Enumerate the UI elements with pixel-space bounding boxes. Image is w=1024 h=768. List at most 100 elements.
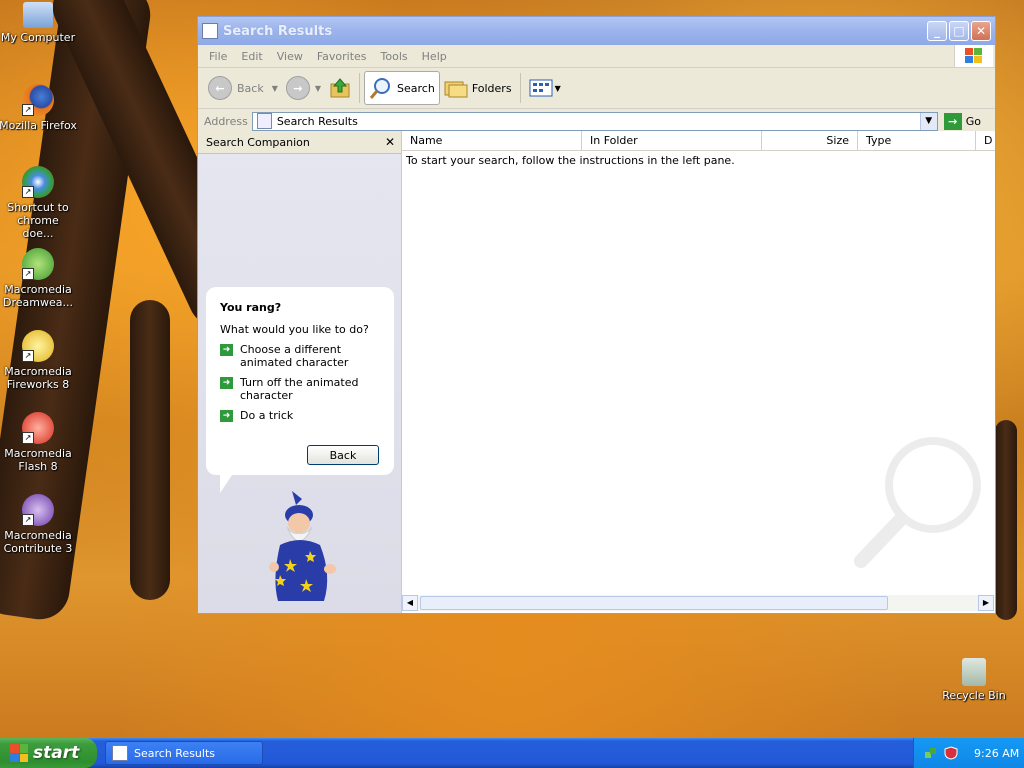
desktop-icon-contribute[interactable]: ↗ Macromedia Contribute 3 [0,494,78,555]
desktop-icon-label: Recycle Bin [942,689,1006,702]
option-label: Turn off the animated character [240,376,359,402]
option-label: Choose a different animated character [240,343,349,369]
green-arrow-icon: ➜ [220,344,233,356]
start-label: start [33,743,80,763]
scroll-right-icon[interactable]: ▶ [978,594,994,611]
desktop-icon-label: Macromedia Dreamwea... [3,283,73,309]
window-icon [202,23,218,39]
address-dropdown-icon[interactable]: ▼ [919,112,937,130]
menu-edit[interactable]: Edit [234,50,269,63]
folders-icon [444,81,468,98]
go-button[interactable]: → Go [943,112,981,130]
toolbar-separator [359,73,361,103]
up-folder-button[interactable] [325,71,355,105]
bubble-question: What would you like to do? [220,323,369,336]
merlin-wizard-character[interactable] [262,489,344,607]
desktop-icon-fireworks[interactable]: ↗ Macromedia Fireworks 8 [0,330,78,391]
taskbar: start Search Results 9:26 AM [0,738,1024,768]
option-do-a-trick[interactable]: ➜ Do a trick [220,409,380,422]
taskbar-item-search-results[interactable]: Search Results [105,741,263,765]
menu-favorites[interactable]: Favorites [310,50,374,63]
assistant-speech-bubble: You rang? What would you like to do? ➜ C… [206,287,394,493]
option-turn-off-character[interactable]: ➜ Turn off the animated character [220,376,380,402]
option-label: Do a trick [240,409,294,422]
search-results-window: Search Results _ □ ✕ File Edit View Favo… [197,16,996,614]
window-titlebar[interactable]: Search Results _ □ ✕ [198,17,995,45]
go-arrow-icon: → [943,112,962,130]
scroll-track[interactable] [418,594,978,611]
desktop-icon-label: My Computer [0,31,76,44]
close-button[interactable]: ✕ [971,21,991,41]
column-header-in-folder[interactable]: In Folder [582,131,762,150]
go-button-label: Go [965,114,981,128]
views-button[interactable]: ▼ [525,71,565,105]
toolbar: ← Back ▼ → ▼ Search Folders ▼ [198,68,995,109]
chrome-shortcut-icon: ↗ [22,166,54,198]
forward-arrow-icon: → [285,76,310,100]
back-button[interactable]: ← Back ▼ [204,71,282,105]
scroll-left-icon[interactable]: ◀ [402,594,418,611]
column-headers: Name In Folder Size Type D [402,131,995,151]
back-dropdown-icon[interactable]: ▼ [272,84,278,93]
column-header-type[interactable]: Type [858,131,976,150]
desktop-icon-label: Shortcut to chrome doe... [7,201,69,240]
desktop-icon-firefox[interactable]: ↗ Mozilla Firefox [0,84,78,132]
desktop-icon-dreamweaver[interactable]: ↗ Macromedia Dreamwea... [0,248,78,309]
fireworks-icon: ↗ [22,330,54,362]
back-arrow-icon: ← [208,76,232,100]
menu-file[interactable]: File [202,50,234,63]
desktop-icon-chrome-shortcut[interactable]: ↗ Shortcut to chrome doe... [0,166,78,240]
toolbar-separator [519,73,521,103]
desktop-icon-label: Mozilla Firefox [0,119,77,132]
desktop-icon-flash[interactable]: ↗ Macromedia Flash 8 [0,412,78,473]
horizontal-scrollbar[interactable]: ◀ ▶ [402,594,994,611]
scroll-thumb[interactable] [420,595,888,610]
start-button[interactable]: start [0,738,97,768]
views-dropdown-icon: ▼ [554,83,561,93]
dreamweaver-icon: ↗ [22,248,54,280]
clock[interactable]: 9:26 AM [974,747,1019,760]
desktop-icon-label: Macromedia Fireworks 8 [4,365,72,391]
search-button[interactable]: Search [364,71,440,105]
window-title: Search Results [223,23,333,39]
folders-button[interactable]: Folders [440,71,516,105]
magnifier-watermark-icon [854,437,981,568]
recycle-bin-icon [962,658,986,686]
maximize-button[interactable]: □ [949,21,969,41]
security-shield-icon[interactable] [944,746,958,760]
forward-button[interactable]: → ▼ [282,71,325,105]
system-tray: 9:26 AM [913,738,1024,768]
menu-bar: File Edit View Favorites Tools Help [198,45,995,68]
search-icon [369,78,391,99]
address-field[interactable]: Search Results ▼ [251,111,938,131]
option-different-character[interactable]: ➜ Choose a different animated character [220,343,380,369]
my-computer-icon [23,2,53,28]
menu-help[interactable]: Help [415,50,454,63]
bubble-title: You rang? [220,301,282,314]
wallpaper-tree-trunk-2 [130,300,170,600]
minimize-button[interactable]: _ [927,21,947,41]
address-value: Search Results [276,114,358,128]
search-companion-header: Search Companion ✕ [198,131,401,154]
up-folder-icon [330,78,350,98]
green-arrow-icon: ➜ [220,410,233,422]
bubble-back-button[interactable]: Back [307,445,379,465]
column-header-date[interactable]: D [976,131,994,150]
menu-view[interactable]: View [270,50,310,63]
close-pane-icon[interactable]: ✕ [385,135,395,149]
search-results-page-icon [256,113,272,129]
green-arrow-icon: ➜ [220,377,233,389]
forward-dropdown-icon[interactable]: ▼ [315,84,321,93]
column-header-name[interactable]: Name [402,131,582,150]
results-instruction-text: To start your search, follow the instruc… [406,154,735,167]
window-content: Search Companion ✕ You rang? What would … [198,131,995,613]
column-header-size[interactable]: Size [762,131,858,150]
search-results-window-icon [112,745,128,761]
search-companion-title: Search Companion [206,135,310,149]
network-icon[interactable] [924,746,938,760]
desktop-icon-label: Macromedia Flash 8 [4,447,72,473]
menu-tools[interactable]: Tools [374,50,415,63]
desktop-icon-my-computer[interactable]: My Computer [0,2,78,44]
desktop-icon-recycle-bin[interactable]: Recycle Bin [934,658,1014,702]
windows-logo-icon [954,45,993,67]
